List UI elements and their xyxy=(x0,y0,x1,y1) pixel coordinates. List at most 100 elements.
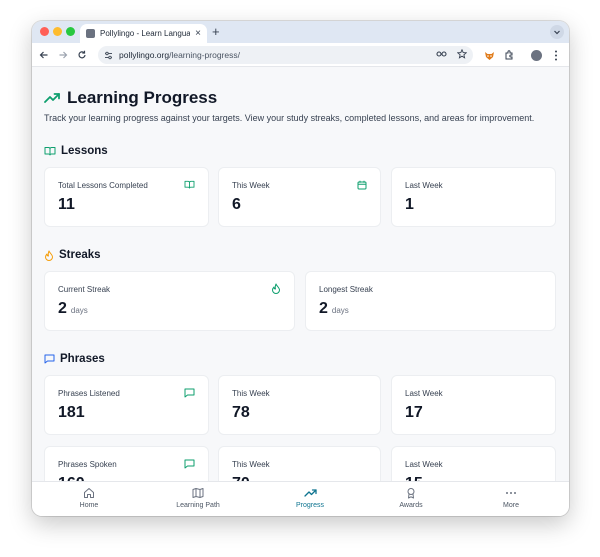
phrases-title: Phrases xyxy=(60,353,105,365)
lessons-last-week-card: Last Week 1 xyxy=(391,167,556,227)
reload-button[interactable] xyxy=(74,47,90,63)
streaks-title: Streaks xyxy=(59,249,101,261)
browser-menu-button[interactable] xyxy=(548,47,564,63)
extension-fox-button[interactable] xyxy=(481,47,497,63)
new-tab-button[interactable]: + xyxy=(212,24,220,40)
lessons-title: Lessons xyxy=(61,145,108,157)
card-label: This Week xyxy=(232,389,270,398)
nav-label: Progress xyxy=(295,502,324,509)
nav-awards[interactable]: Awards xyxy=(381,487,441,509)
streak-value: 2 xyxy=(319,300,328,317)
card-label: Total Lessons Completed xyxy=(58,181,148,190)
page-content: Learning Progress Track your learning pr… xyxy=(32,68,569,481)
phrases-listened-card: Phrases Listened 181 xyxy=(44,375,209,435)
book-open-icon xyxy=(44,147,56,156)
more-vertical-icon xyxy=(555,50,557,60)
flame-icon xyxy=(45,250,53,261)
card-value: 2 days xyxy=(58,300,88,318)
tab-search-button[interactable] xyxy=(550,25,564,39)
card-label: This Week xyxy=(232,181,270,190)
card-label: Last Week xyxy=(405,389,443,398)
nav-label: Awards xyxy=(399,502,423,509)
chat-bubble-icon xyxy=(184,387,195,398)
arrow-right-icon xyxy=(59,51,68,59)
nav-home[interactable]: Home xyxy=(59,487,119,509)
nav-progress[interactable]: Progress xyxy=(280,487,340,509)
extensions-button[interactable] xyxy=(501,47,517,63)
puzzle-icon xyxy=(505,50,513,60)
minimize-window-button[interactable] xyxy=(53,27,62,36)
card-label: This Week xyxy=(232,460,270,469)
book-open-icon xyxy=(184,179,195,190)
tab-close-icon[interactable]: × xyxy=(195,28,201,39)
card-value: 17 xyxy=(405,404,423,421)
page-header: Learning Progress xyxy=(44,88,217,108)
profile-avatar-button[interactable] xyxy=(528,47,544,63)
listened-last-week-card: Last Week 17 xyxy=(391,375,556,435)
back-button[interactable] xyxy=(36,47,52,63)
page-subtitle: Track your learning progress against you… xyxy=(44,113,535,123)
nav-more[interactable]: More xyxy=(481,487,541,509)
browser-window: Pollylingo - Learn Languages × + pollyli… xyxy=(32,21,569,516)
card-value: 2 days xyxy=(319,300,349,318)
trending-up-icon xyxy=(44,93,60,103)
page-title: Learning Progress xyxy=(67,88,218,107)
card-value: 78 xyxy=(232,404,250,421)
phrases-section-header: Phrases xyxy=(44,353,105,365)
streak-unit: days xyxy=(70,306,88,315)
more-icon xyxy=(506,492,516,494)
longest-streak-card: Longest Streak 2 days xyxy=(305,271,556,331)
chevron-down-icon xyxy=(554,30,560,35)
spoken-this-week-card: This Week 70 xyxy=(218,446,381,481)
site-favicon-icon xyxy=(86,29,95,38)
forward-button[interactable] xyxy=(55,47,71,63)
card-value: 6 xyxy=(232,196,241,213)
phrases-spoken-card: Phrases Spoken 160 xyxy=(44,446,209,481)
home-icon xyxy=(84,488,94,498)
card-label: Current Streak xyxy=(58,285,111,294)
card-value: 11 xyxy=(58,196,75,213)
spoken-last-week-card: Last Week 15 xyxy=(391,446,556,481)
streak-unit: days xyxy=(331,306,349,315)
browser-tab[interactable]: Pollylingo - Learn Languages × xyxy=(80,24,207,43)
award-icon xyxy=(407,488,415,499)
reload-icon xyxy=(78,50,86,59)
nav-label: Learning Path xyxy=(176,502,220,509)
site-settings-icon[interactable] xyxy=(104,51,113,60)
card-label: Longest Streak xyxy=(319,285,373,294)
nav-label: More xyxy=(503,502,519,509)
current-streak-card: Current Streak 2 days xyxy=(44,271,295,331)
card-value: 1 xyxy=(405,196,414,213)
maximize-window-button[interactable] xyxy=(66,27,75,36)
lessons-section-header: Lessons xyxy=(44,145,108,157)
card-label: Phrases Listened xyxy=(58,389,120,398)
close-window-button[interactable] xyxy=(40,27,49,36)
map-icon xyxy=(192,488,204,498)
url-text: pollylingo.org/learning-progress/ xyxy=(119,50,240,60)
bottom-navigation: Home Learning Path Progress Awards More xyxy=(32,481,569,516)
nav-learning-path[interactable]: Learning Path xyxy=(168,487,228,509)
password-key-icon[interactable] xyxy=(436,49,448,59)
listened-this-week-card: This Week 78 xyxy=(218,375,381,435)
lessons-this-week-card: This Week 6 xyxy=(218,167,381,227)
address-bar[interactable]: pollylingo.org/learning-progress/ xyxy=(98,46,473,64)
omnibox-actions xyxy=(436,49,467,59)
total-lessons-card: Total Lessons Completed 11 xyxy=(44,167,209,227)
card-value: 181 xyxy=(58,404,85,421)
calendar-icon xyxy=(356,179,367,190)
card-label: Last Week xyxy=(405,460,443,469)
url-domain: pollylingo.org xyxy=(119,50,170,60)
arrow-left-icon xyxy=(39,51,48,59)
avatar xyxy=(530,49,542,61)
browser-toolbar: pollylingo.org/learning-progress/ xyxy=(32,43,569,67)
trend-icon xyxy=(303,489,317,497)
tab-title: Pollylingo - Learn Languages xyxy=(100,29,191,38)
streak-value: 2 xyxy=(58,300,67,317)
tab-strip: Pollylingo - Learn Languages × + xyxy=(32,21,569,43)
bookmark-star-icon[interactable] xyxy=(457,49,467,59)
chat-bubble-icon xyxy=(184,458,195,469)
url-path: /learning-progress/ xyxy=(169,50,240,60)
fox-extension-icon xyxy=(484,51,494,60)
card-label: Last Week xyxy=(405,181,443,190)
streaks-section-header: Streaks xyxy=(44,249,101,261)
